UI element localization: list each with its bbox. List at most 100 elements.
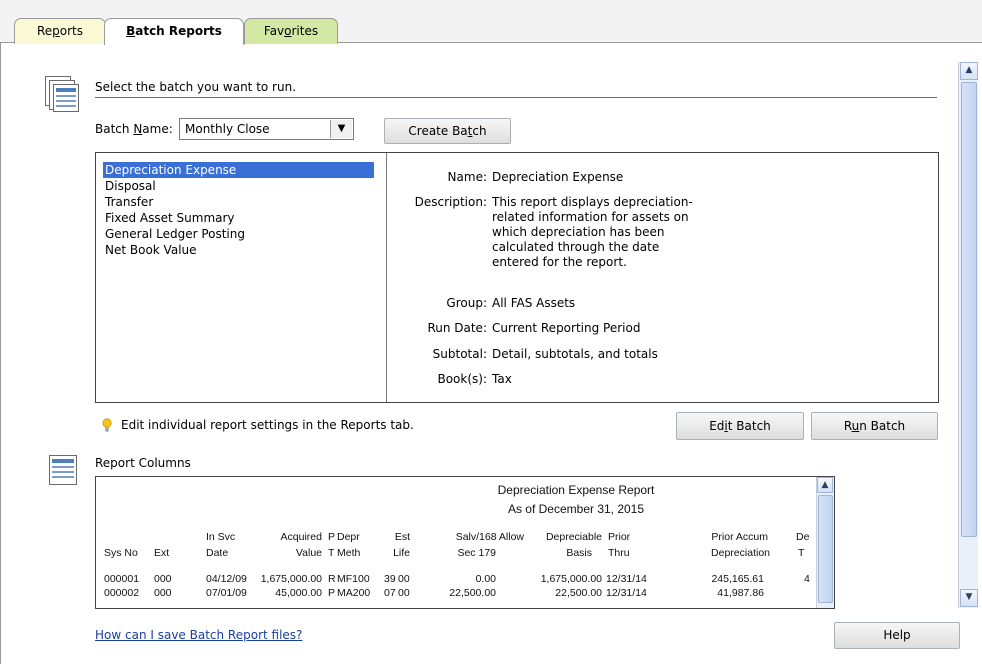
detail-name-label: Name: (447, 170, 487, 184)
list-item[interactable]: Fixed Asset Summary (105, 210, 235, 226)
table-cell: 07/01/09 (206, 587, 247, 599)
tab-favorites[interactable]: Favorites (244, 18, 338, 44)
batch-name-select[interactable]: Monthly Close ▼ (179, 118, 354, 140)
tab-label: Fav (263, 24, 285, 38)
column-header: In Svc (206, 531, 236, 543)
column-header: Acquired (280, 531, 322, 543)
table-cell: 000001 (104, 573, 140, 585)
batch-reports-icon (45, 76, 79, 112)
table-cell: 22,500.00 (449, 587, 496, 599)
batch-report-list[interactable]: Depreciation Expense Disposal Transfer F… (96, 153, 387, 402)
tab-label: Re (36, 24, 53, 38)
batch-name-value: Monthly Close (185, 122, 270, 136)
scroll-thumb[interactable] (818, 495, 833, 603)
detail-run-date-label: Run Date: (427, 321, 487, 335)
column-header: Est (394, 531, 410, 543)
tip-text: Edit individual report settings in the R… (121, 418, 414, 432)
chevron-down-icon[interactable]: ▼ (330, 120, 352, 138)
column-header: Depreciable (545, 531, 602, 543)
batch-instruction: Select the batch you want to run. (95, 80, 297, 94)
table-cell: 07 (384, 587, 396, 599)
table-cell: 0.00 (475, 573, 496, 585)
detail-description-line: entered for the report. (492, 255, 627, 269)
label-text: ame: (142, 122, 173, 136)
column-header: Date (206, 547, 229, 559)
report-columns-label: Report Columns (95, 456, 191, 470)
list-item[interactable]: Transfer (105, 194, 153, 210)
detail-group-value: All FAS Assets (492, 296, 576, 310)
report-subtitle: As of December 31, 2015 (507, 502, 645, 516)
help-button[interactable]: Help (834, 622, 960, 649)
table-cell: 1,675,000.00 (540, 573, 602, 585)
table-cell: 000 (154, 587, 172, 599)
list-item[interactable]: Disposal (105, 178, 156, 194)
column-header: Prior Accum (711, 531, 768, 543)
detail-subtotal-label: Subtotal: (432, 347, 487, 361)
column-header: T (328, 547, 335, 559)
detail-group-label: Group: (446, 296, 487, 310)
column-header: Meth (337, 547, 361, 559)
tab-label: orts (59, 24, 84, 38)
detail-books-label: Book(s): (437, 372, 487, 386)
label-text: Batch (95, 122, 134, 136)
table-cell: 245,165.61 (711, 573, 764, 585)
button-label: t Batch (727, 419, 771, 433)
preview-scrollbar[interactable]: ▲ (816, 477, 834, 608)
button-label: ch (472, 124, 487, 138)
edit-batch-button[interactable]: Edit Batch (676, 412, 804, 440)
tab-label: atch Reports (135, 24, 222, 38)
detail-name-value: Depreciation Expense (492, 170, 624, 184)
table-cell: 45,000.00 (275, 587, 322, 599)
tab-label-mnemonic: B (126, 24, 136, 38)
table-cell: 4 (804, 573, 810, 585)
button-label: n Batch (859, 419, 906, 433)
scroll-down-icon[interactable]: ▼ (960, 589, 978, 607)
detail-run-date-value: Current Reporting Period (492, 321, 641, 335)
table-cell: 00 (398, 587, 410, 599)
column-header: Thru (608, 547, 630, 559)
scroll-thumb[interactable] (961, 82, 977, 537)
table-cell: 04/12/09 (206, 573, 247, 585)
content-border (0, 43, 1, 664)
main-scrollbar[interactable]: ▲ ▼ (958, 62, 978, 608)
button-label: R (843, 419, 852, 433)
detail-books-value: Tax (492, 372, 512, 386)
table-cell: 39 (384, 573, 396, 585)
table-cell: 000 (154, 573, 172, 585)
table-cell: 00 (398, 573, 410, 585)
column-header: Prior (608, 531, 631, 543)
report-columns-icon (49, 455, 79, 487)
create-batch-button[interactable]: Create Batch (384, 118, 511, 144)
save-batch-help-link[interactable]: How can I save Batch Report files? (95, 628, 302, 642)
table-cell: 41,987.86 (717, 587, 764, 599)
tab-label-mnemonic: o (284, 24, 292, 38)
divider (95, 97, 937, 98)
list-item[interactable]: Depreciation Expense (103, 162, 374, 178)
column-header: Value (295, 547, 322, 559)
detail-description-line: related information for assets on (492, 210, 689, 224)
table-cell: MF100 (337, 573, 370, 585)
column-header: Depreciation (711, 547, 770, 559)
table-cell: R (328, 573, 336, 585)
list-item[interactable]: General Ledger Posting (105, 226, 245, 242)
tab-label-mnemonic: p (52, 24, 60, 38)
scroll-up-icon[interactable]: ▲ (960, 62, 978, 80)
tab-reports[interactable]: Reports (14, 18, 106, 44)
lightbulb-icon (102, 418, 112, 432)
column-header: Basis (566, 547, 592, 559)
run-batch-button[interactable]: Run Batch (811, 412, 938, 440)
tab-batch-reports[interactable]: Batch Reports (104, 18, 244, 45)
table-cell: 12/31/14 (606, 573, 647, 585)
column-header: Ext (154, 547, 170, 559)
detail-description-line: This report displays depreciation- (492, 195, 693, 209)
label-mnemonic: N (133, 122, 143, 136)
table-cell: 22,500.00 (555, 587, 602, 599)
column-header: Life (393, 547, 410, 559)
table-cell: 000002 (104, 587, 140, 599)
scroll-up-icon[interactable]: ▲ (817, 477, 833, 493)
list-item[interactable]: Net Book Value (105, 242, 197, 258)
column-header: Sec 179 (457, 547, 496, 559)
table-cell: P (328, 587, 336, 599)
column-header: Sys No (104, 547, 138, 559)
detail-description-label: Description: (414, 195, 487, 209)
